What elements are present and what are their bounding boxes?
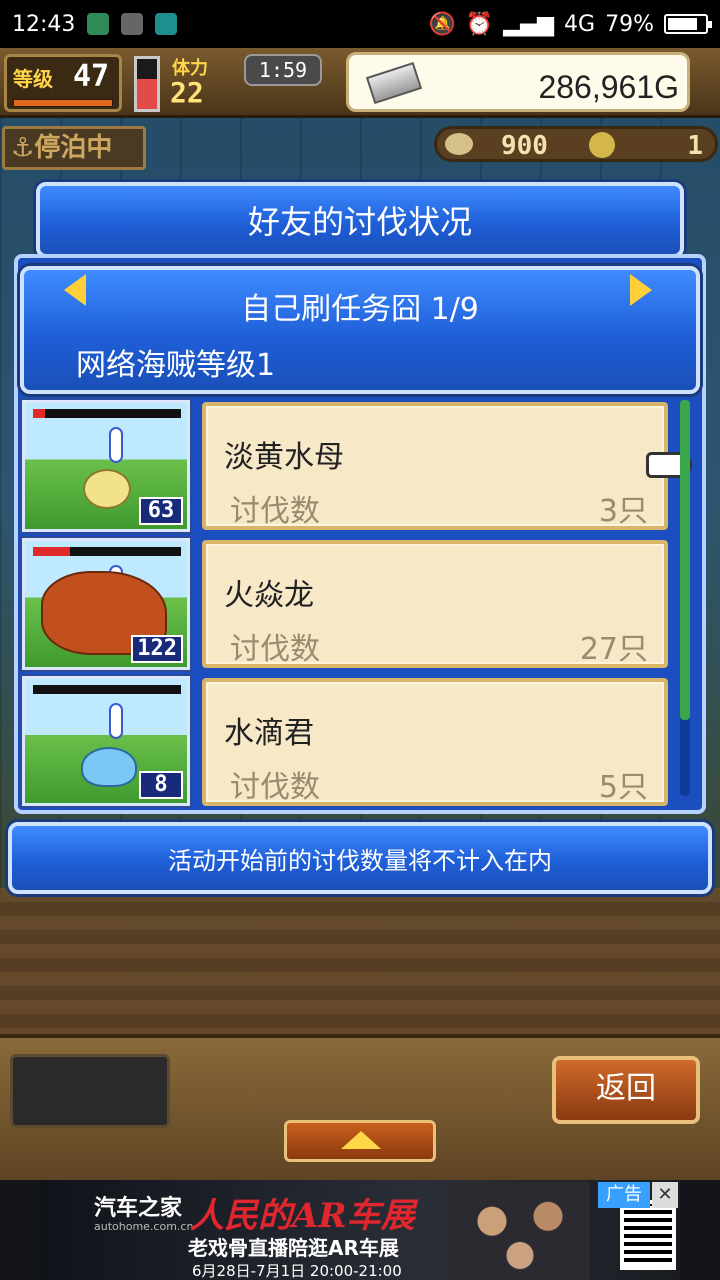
silver-bar-icon (365, 61, 423, 105)
mute-icon: 🔕 (428, 11, 456, 37)
signal-icon: ▂▄▆ (503, 11, 555, 37)
hp-bar (33, 685, 181, 694)
alarm-icon: ⏰ (465, 11, 494, 37)
food-icon (445, 133, 473, 155)
ad-headline: 人民的AR车展 (190, 1196, 415, 1236)
medal-icon (589, 132, 615, 158)
status-bar: 12:43 🔕 ⏰ ▂▄▆ 4G 79% (0, 0, 720, 48)
scrollbar-thumb[interactable] (680, 400, 690, 720)
hp-fill (33, 409, 45, 418)
expand-menu-button[interactable] (284, 1120, 436, 1162)
ad-close-icon[interactable]: ✕ (652, 1182, 678, 1208)
ship-deck (0, 888, 720, 1038)
stamina-timer: 1:59 (244, 54, 322, 86)
battery-icon (664, 14, 712, 34)
resource-1-value: 900 (501, 131, 548, 161)
notice-banner: 活动开始前的讨伐数量将不计入在内 (8, 822, 712, 894)
stamina-value: 22 (170, 76, 204, 109)
anchor-icon: ⚓ (11, 133, 35, 163)
monster-level: 8 (139, 771, 183, 799)
ad-subline: 老戏骨直播陪逛AR车展 (188, 1236, 399, 1260)
alert-icon (109, 703, 123, 739)
empty-slot (10, 1054, 170, 1128)
monster-card: 淡黄水母 讨伐数 3只 (202, 402, 668, 530)
monster-level: 63 (139, 497, 183, 525)
level-label: 等级 (13, 67, 53, 91)
monster-card: 水滴君 讨伐数 5只 (202, 678, 668, 806)
ad-image[interactable]: 汽车之家 autohome.com.cn 人民的AR车展 老戏骨直播陪逛AR车展… (40, 1180, 680, 1280)
monster-thumbnail: 63 (20, 398, 192, 534)
ad-brand-url: autohome.com.cn (94, 1220, 194, 1233)
kill-count-label: 讨伐数 (230, 632, 320, 667)
list-item[interactable]: 122 火焱龙 讨伐数 27只 (20, 536, 670, 672)
hp-fill (33, 547, 70, 556)
level-panel: 等级 47 (4, 54, 122, 112)
gold-value: 286,961G (538, 69, 679, 105)
friend-name: 自己刷任务囧 1/9 (241, 292, 479, 327)
hp-bar (33, 409, 181, 418)
ad-people-photo (450, 1182, 590, 1280)
kill-count-label: 讨伐数 (230, 494, 320, 529)
kill-count-value: 27只 (579, 632, 648, 667)
top-hud: 等级 47 体力 22 1:59 286,961G (0, 48, 720, 118)
back-button[interactable]: 返回 (552, 1056, 700, 1124)
list-item[interactable]: 8 水滴君 讨伐数 5只 (20, 674, 670, 808)
monster-card: 火焱龙 讨伐数 27只 (202, 540, 668, 668)
wechat-icon (87, 13, 110, 35)
scan-icon (155, 13, 178, 35)
level-value: 47 (73, 59, 110, 94)
monster-thumbnail: 8 (20, 674, 192, 808)
ad-tag: 广告 (598, 1182, 650, 1208)
hp-bar (33, 547, 181, 556)
dialog-title: 好友的讨伐状况 (36, 182, 684, 258)
ad-date: 6月28日-7月1日 20:00-21:00 (192, 1262, 402, 1280)
ad-brand: 汽车之家 (94, 1196, 183, 1221)
clock: 12:43 (12, 11, 76, 37)
water-drop-sprite (81, 747, 137, 787)
list-scrollbar[interactable] (680, 400, 690, 796)
kill-count-value: 5只 (598, 770, 648, 805)
kill-count-label: 讨伐数 (230, 770, 320, 805)
kill-count-value: 3只 (598, 494, 648, 529)
monster-level: 122 (131, 635, 183, 663)
monster-thumbnail: 122 (20, 536, 192, 672)
up-arrow-icon (341, 1131, 381, 1149)
monster-name: 火焱龙 (224, 578, 314, 613)
gold-panel: 286,961G (346, 52, 690, 112)
tuxedo-icon (121, 13, 144, 35)
exp-bar (13, 99, 113, 107)
monster-name: 水滴君 (224, 716, 314, 751)
resource-bar: 900 1 (434, 126, 718, 162)
qr-code-icon (620, 1200, 676, 1270)
list-item[interactable]: 63 淡黄水母 讨伐数 3只 (20, 398, 670, 534)
network-type: 4G (564, 11, 596, 37)
jellyfish-sprite (83, 469, 131, 509)
friend-rank: 网络海贼等级1 (76, 348, 276, 383)
alert-icon (109, 427, 123, 463)
stamina-gauge (134, 56, 160, 112)
battery-percent: 79% (605, 11, 654, 37)
docked-status[interactable]: ⚓停泊中 (2, 126, 146, 170)
resource-2-value: 1 (687, 131, 703, 161)
monster-name: 淡黄水母 (224, 440, 344, 475)
